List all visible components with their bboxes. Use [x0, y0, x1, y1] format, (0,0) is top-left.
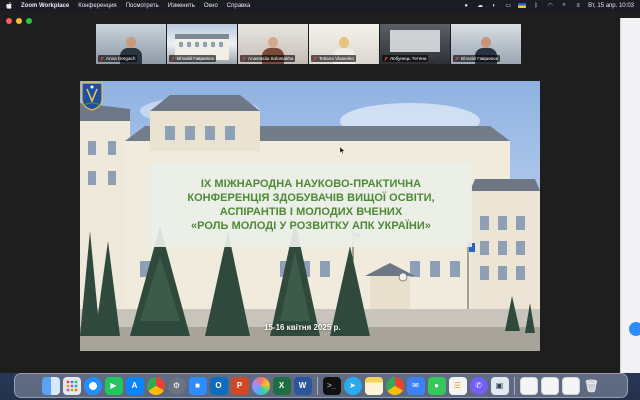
participant-name: Лобунець Тетяна	[390, 56, 427, 61]
wifi-icon[interactable]: ◠	[546, 3, 554, 9]
messages-icon[interactable]: ●	[427, 376, 446, 395]
participant-name: Віталій Гаврилюк	[461, 56, 498, 61]
notes-icon[interactable]	[364, 376, 383, 395]
fullscreen-window-button[interactable]	[26, 18, 32, 24]
participant-name-tag: Лобунець Тетяна	[382, 55, 429, 62]
dock: ▶ A ⚙ ■ O P X W >_ ➤ ✉ ● ☰ ✆ ▣ 🗑	[14, 373, 628, 398]
input-source-flag-icon[interactable]	[518, 3, 527, 8]
participant-name-tag: Віталій Гаврилюк	[453, 55, 500, 62]
reminders-icon[interactable]: ☰	[448, 376, 467, 395]
participant-name: Tetiana Vlasenko	[319, 56, 354, 61]
outlook-icon[interactable]: O	[209, 376, 228, 395]
terminal-icon[interactable]: >_	[322, 376, 341, 395]
control-center-icon[interactable]: ≡	[574, 3, 582, 9]
conference-title-line: IX МІЖНАРОДНА НАУКОВО-ПРАКТИЧНА	[200, 178, 422, 190]
participant-name-tag: Віталій Гаврилюк	[169, 55, 216, 62]
participant-tile[interactable]: Віталій Гаврилюк	[451, 24, 521, 64]
floating-action-button[interactable]	[629, 322, 640, 336]
launchpad-grid-glyph	[66, 380, 77, 391]
bluetooth-icon[interactable]: ᛒ	[532, 3, 540, 9]
chrome-icon[interactable]	[146, 376, 165, 395]
minimize-window-button[interactable]	[16, 18, 22, 24]
shared-screen-slide: IX МІЖНАРОДНА НАУКОВО-ПРАКТИЧНА КОНФЕРЕН…	[80, 81, 540, 351]
menu-view[interactable]: Посмотреть	[126, 3, 159, 9]
menu-help[interactable]: Справка	[227, 3, 251, 9]
dock-separator	[316, 376, 318, 395]
cloud-icon[interactable]: ☁	[476, 3, 484, 9]
mail-icon[interactable]: ✉	[406, 376, 425, 395]
menu-conference[interactable]: Конференция	[78, 3, 116, 9]
background-window-edge[interactable]	[620, 18, 640, 373]
headphones-icon[interactable]: ◐	[490, 3, 498, 9]
safari-icon[interactable]	[83, 376, 102, 395]
participant-tile[interactable]: Віталій Гаврилюк	[167, 24, 237, 64]
trash-icon[interactable]: 🗑	[583, 377, 601, 395]
word-icon[interactable]: W	[293, 376, 312, 395]
photos-icon[interactable]	[251, 376, 270, 395]
participant-strip: Anna Dergach Віталій Гаврилюк Anastasiia…	[96, 24, 521, 64]
settings-icon[interactable]: ⚙	[167, 376, 186, 395]
finder-icon[interactable]	[41, 376, 60, 395]
viber-icon[interactable]: ✆	[469, 376, 488, 395]
menu-bar: Zoom Workplace Конференция Посмотреть Из…	[0, 0, 640, 11]
menu-clock[interactable]: Вт, 15 апр. 10:03	[588, 3, 634, 9]
menu-edit[interactable]: Изменить	[168, 3, 195, 9]
participant-tile[interactable]: Anna Dergach	[96, 24, 166, 64]
doc-thumb-icon-3[interactable]	[561, 376, 580, 395]
mic-muted-icon	[171, 56, 175, 61]
search-icon[interactable]: ⌕	[560, 2, 568, 9]
battery-icon[interactable]: ▭	[504, 3, 512, 9]
conference-date: 15-16 квітня 2025 р.	[264, 323, 341, 332]
zoom-icon[interactable]: ■	[188, 376, 207, 395]
chrome-icon-2[interactable]	[385, 376, 404, 395]
participant-name: Віталій Гаврилюк	[177, 56, 214, 61]
apple-menu-icon[interactable]	[6, 1, 13, 10]
conference-title-line: КОНФЕРЕНЦІЯ ЗДОБУВАЧІВ ВИЩОЇ ОСВІТИ,	[187, 192, 435, 204]
participant-name: Anna Dergach	[106, 56, 136, 61]
participant-name-tag: Anna Dergach	[98, 55, 138, 62]
university-emblem-logo	[81, 82, 103, 111]
participant-tile[interactable]: Лобунець Тетяна	[380, 24, 450, 64]
doc-thumb-icon-1[interactable]	[519, 376, 538, 395]
dock-separator	[513, 376, 515, 395]
mic-muted-icon	[384, 56, 388, 61]
preview-icon[interactable]: ▣	[490, 376, 509, 395]
mic-muted-icon	[313, 56, 317, 61]
doc-thumb-icon-2[interactable]	[540, 376, 559, 395]
participant-tile[interactable]: Anastasiia Solomakha	[238, 24, 308, 64]
facetime-icon[interactable]: ▶	[104, 376, 123, 395]
launchpad-icon[interactable]	[62, 376, 81, 395]
zoom-status-icon[interactable]: ●	[462, 3, 470, 9]
mic-muted-icon	[100, 56, 104, 61]
excel-icon[interactable]: X	[272, 376, 291, 395]
participant-name: Anastasiia Solomakha	[248, 56, 294, 61]
telegram-icon[interactable]: ➤	[343, 376, 362, 395]
desktop: Zoom Workplace Конференция Посмотреть Из…	[0, 0, 640, 400]
mic-muted-icon	[242, 56, 246, 61]
participant-name-tag: Tetiana Vlasenko	[311, 55, 356, 62]
menu-app-name[interactable]: Zoom Workplace	[21, 3, 69, 9]
mouse-cursor-icon	[340, 147, 345, 154]
participant-name-tag: Anastasiia Solomakha	[240, 55, 296, 62]
conference-title-box: IX МІЖНАРОДНА НАУКОВО-ПРАКТИЧНА КОНФЕРЕН…	[150, 163, 472, 247]
conference-title-line: АСПІРАНТІВ І МОЛОДИХ ВЧЕНИХ	[219, 206, 403, 218]
powerpoint-icon[interactable]: P	[230, 376, 249, 395]
participant-tile[interactable]: Tetiana Vlasenko	[309, 24, 379, 64]
menu-window[interactable]: Окно	[204, 3, 218, 9]
app-store-icon[interactable]: A	[125, 376, 144, 395]
mic-muted-icon	[455, 56, 459, 61]
close-window-button[interactable]	[6, 18, 12, 24]
conference-title-line: «РОЛЬ МОЛОДІ У РОЗВИТКУ АПК УКРАЇНИ»	[191, 220, 431, 232]
